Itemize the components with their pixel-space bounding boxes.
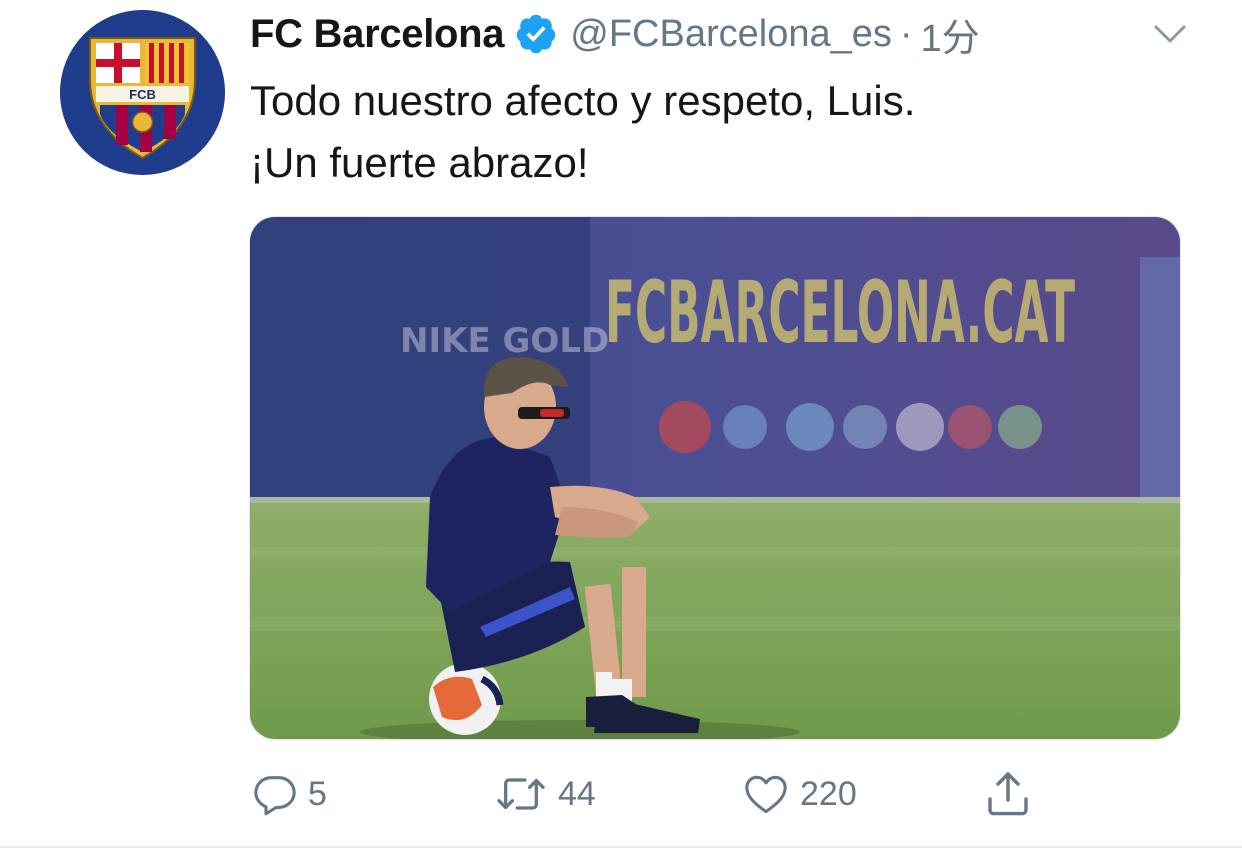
reply-count: 5 <box>308 774 327 813</box>
tweet[interactable]: FCB FC Barcelona @FCBarcelona_es · 1分 To… <box>0 0 1242 854</box>
retweet-icon <box>497 778 545 810</box>
tweet-actions: 5 44 220 <box>250 764 1150 824</box>
handle[interactable]: @FCBarcelona_es <box>570 13 892 56</box>
like-count: 220 <box>800 774 857 813</box>
crest-letters: FCB <box>129 87 156 102</box>
separator-dot: · <box>899 12 913 55</box>
divider <box>0 846 1242 848</box>
avatar[interactable]: FCB <box>60 10 225 175</box>
tweet-header: FC Barcelona @FCBarcelona_es · 1分 <box>250 6 980 62</box>
heart-icon <box>745 775 787 814</box>
retweet-count: 44 <box>558 774 596 813</box>
share-icon <box>988 772 1028 816</box>
display-name[interactable]: FC Barcelona <box>250 12 505 57</box>
tweet-text-line: Todo nuestro afecto y respeto, Luis. <box>250 77 916 124</box>
banner-side-text: NIKE GOLD <box>400 321 609 361</box>
reply-icon <box>254 776 296 816</box>
chevron-down-icon[interactable] <box>1150 14 1190 54</box>
retweet-button[interactable]: 44 <box>494 764 596 824</box>
banner-text: FCBARCELONA.CAT <box>605 263 1075 363</box>
tweet-photo[interactable]: FCBARCELONA.CAT NIKE GOLD <box>249 216 1181 740</box>
like-button[interactable]: 220 <box>742 764 857 824</box>
verified-badge-icon <box>514 12 558 56</box>
fcb-crest-icon: FCB <box>60 10 225 175</box>
reply-button[interactable]: 5 <box>252 764 327 824</box>
tweet-text-line: ¡Un fuerte abrazo! <box>250 139 589 186</box>
tweet-text: Todo nuestro afecto y respeto, Luis. ¡Un… <box>250 70 1190 194</box>
share-button[interactable] <box>984 764 1032 824</box>
timestamp[interactable]: 1分 <box>921 7 980 62</box>
